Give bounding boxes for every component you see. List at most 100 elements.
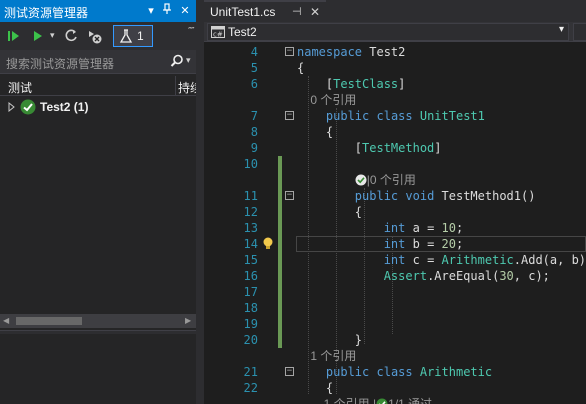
search-dropdown-chevron-icon[interactable]: ▾ xyxy=(186,55,191,66)
codelens-reference-count[interactable]: 1 个引用 xyxy=(297,348,356,364)
code-line: 10 xyxy=(204,156,586,172)
tab-close-icon[interactable]: ✕ xyxy=(310,5,320,19)
window-menu-chevron-icon[interactable]: ▾ xyxy=(144,3,158,19)
code-text[interactable]: [TestMethod] xyxy=(297,140,442,156)
code-text[interactable]: int a = 10; xyxy=(297,220,464,236)
codelens-passed-icon xyxy=(376,398,388,404)
collapse-toggle-icon[interactable]: − xyxy=(285,367,294,376)
code-line: 11 − public void TestMethod1() xyxy=(204,188,586,204)
line-number: 15 xyxy=(243,253,258,267)
close-icon[interactable]: ✕ xyxy=(178,3,192,19)
search-icon[interactable] xyxy=(170,54,184,71)
run-dropdown-chevron-icon[interactable]: ▾ xyxy=(50,30,55,46)
line-number: 16 xyxy=(243,269,258,283)
passed-check-icon xyxy=(20,99,36,118)
code-line: 15 int c = Arithmetic.Add(a, b); xyxy=(204,252,586,268)
line-number: 22 xyxy=(243,381,258,395)
test-explorer-title: 测试资源管理器 xyxy=(4,6,89,20)
code-text[interactable]: public void TestMethod1() xyxy=(297,188,536,204)
test-explorer-title-bar: 测试资源管理器 ▾ ✕ xyxy=(0,0,196,22)
code-line: 4 − namespace Test2 xyxy=(204,44,586,60)
refresh-icon[interactable] xyxy=(63,28,79,44)
codelens-row: 1 个引用 xyxy=(204,348,586,364)
code-text[interactable]: { xyxy=(297,204,362,220)
column-separator[interactable] xyxy=(175,76,176,96)
code-line: 9 [TestMethod] xyxy=(204,140,586,156)
code-editor: UnitTest1.cs ⊣ ✕ c# Test2 ▾ 4− namespace … xyxy=(204,0,586,404)
code-text[interactable]: { xyxy=(297,124,333,140)
codelens-reference-count[interactable]: 0 个引用 xyxy=(297,92,356,108)
line-number: 19 xyxy=(243,317,258,331)
tab-unittest1[interactable]: UnitTest1.cs ⊣ ✕ xyxy=(204,0,326,22)
code-text[interactable]: [TestClass] xyxy=(297,76,406,92)
navigation-bar: c# Test2 ▾ xyxy=(204,22,586,42)
search-box[interactable]: 搜索测试资源管理器 ▾ xyxy=(0,50,196,74)
collapse-toggle-icon[interactable]: − xyxy=(285,111,294,120)
code-line: 18 xyxy=(204,300,586,316)
lightbulb-icon[interactable] xyxy=(262,237,274,254)
tree-item-test2[interactable]: Test2 (1) xyxy=(0,97,196,117)
codelens-row: 0 个引用 xyxy=(204,92,586,108)
horizontal-scrollbar[interactable]: ◀ ▶ xyxy=(0,314,196,328)
run-all-icon[interactable] xyxy=(6,28,22,44)
column-duration[interactable]: 持续 xyxy=(178,79,196,96)
code-line: 22 { xyxy=(204,380,586,396)
run-icon[interactable] xyxy=(30,28,46,44)
cancel-run-icon[interactable] xyxy=(86,28,102,44)
code-text[interactable]: Assert.AreEqual(30, c); xyxy=(297,268,550,284)
search-input[interactable]: 搜索测试资源管理器 xyxy=(6,55,114,72)
test-explorer-toolbar: ▾ 1 ⁗ xyxy=(0,22,196,50)
line-number: 12 xyxy=(243,205,258,219)
code-line: 20 } xyxy=(204,332,586,348)
line-number: 4 xyxy=(250,45,258,59)
scroll-right-icon[interactable]: ▶ xyxy=(185,316,191,325)
toolbar-overflow-icon[interactable]: ⁗ xyxy=(188,26,195,42)
codelens-row: 1 个引用 | 1/1 通过 xyxy=(204,396,586,404)
scrollbar-thumb[interactable] xyxy=(16,317,82,325)
tab-pin-icon[interactable]: ⊣ xyxy=(292,5,302,18)
expand-arrow-icon[interactable] xyxy=(8,101,16,115)
code-text[interactable]: namespace Test2 xyxy=(297,44,405,60)
playlist-button[interactable]: 1 xyxy=(113,25,153,47)
line-number: 8 xyxy=(250,125,258,139)
document-tab-strip: UnitTest1.cs ⊣ ✕ xyxy=(204,0,586,22)
line-number: 6 xyxy=(250,77,258,91)
scope-label: Test2 xyxy=(228,25,257,39)
code-text[interactable]: public class Arithmetic xyxy=(297,364,492,380)
code-line: 21 − public class Arithmetic xyxy=(204,364,586,380)
line-number: 20 xyxy=(243,333,258,347)
code-line: 6 [TestClass] xyxy=(204,76,586,92)
code-line: 5{ xyxy=(204,60,586,76)
code-text[interactable]: int c = Arithmetic.Add(a, b); xyxy=(297,252,586,268)
test-details-pane xyxy=(0,334,196,404)
scroll-left-icon[interactable]: ◀ xyxy=(3,316,9,325)
line-number: 9 xyxy=(250,141,258,155)
codelens-row: |0 个引用 xyxy=(204,172,586,188)
collapse-toggle-icon[interactable]: − xyxy=(285,47,294,56)
pin-icon[interactable] xyxy=(160,3,174,19)
scope-dropdown[interactable]: c# Test2 ▾ xyxy=(207,23,569,41)
line-number: 10 xyxy=(243,157,258,171)
line-number: 18 xyxy=(243,301,258,315)
column-header: 测试 持续 xyxy=(0,76,196,96)
column-test[interactable]: 测试 xyxy=(8,79,32,96)
code-text[interactable]: } xyxy=(297,332,362,348)
codelens-reference-count[interactable]: 1 个引用 | 1/1 通过 xyxy=(297,396,432,404)
code-line: 19 xyxy=(204,316,586,332)
code-line: 8 { xyxy=(204,124,586,140)
change-tracking-bar xyxy=(278,156,282,348)
tab-label: UnitTest1.cs xyxy=(210,5,276,19)
code-line: 16 Assert.AreEqual(30, c); xyxy=(204,268,586,284)
playlist-count: 1 xyxy=(137,29,144,43)
member-dropdown[interactable] xyxy=(573,23,586,41)
code-line: 7 − public class UnitTest1 xyxy=(204,108,586,124)
window-splitter[interactable] xyxy=(196,0,204,404)
collapse-toggle-icon[interactable]: − xyxy=(285,191,294,200)
scope-chevron-icon: ▾ xyxy=(558,24,564,35)
line-number: 5 xyxy=(250,61,258,75)
code-text[interactable]: { xyxy=(297,380,333,396)
code-area[interactable]: 4− namespace Test2 5{6 [TestClass] 0 个引用 7−… xyxy=(204,42,586,404)
tree-item-label: Test2 (1) xyxy=(40,100,89,114)
code-text[interactable]: { xyxy=(297,60,304,76)
code-text[interactable]: public class UnitTest1 xyxy=(297,108,485,124)
